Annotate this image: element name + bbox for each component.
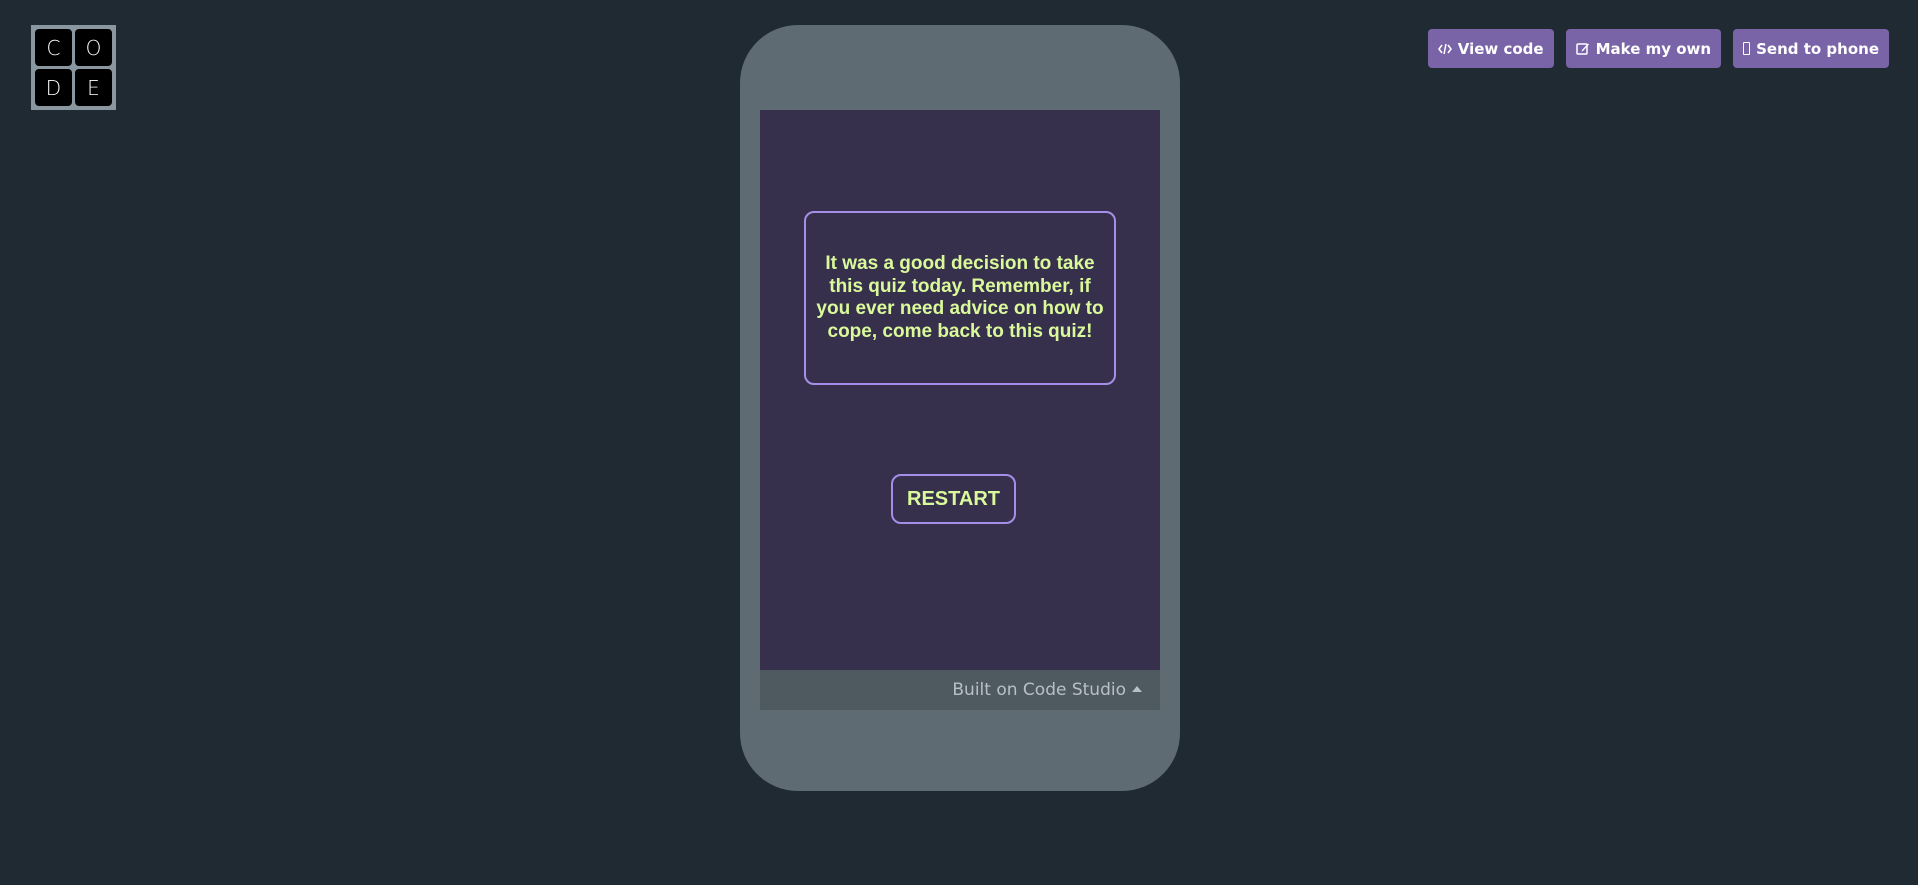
logo-letter-d: D bbox=[35, 69, 72, 106]
app-screen: It was a good decision to take this quiz… bbox=[760, 110, 1160, 670]
result-message-box: It was a good decision to take this quiz… bbox=[804, 211, 1116, 385]
phone-frame: It was a good decision to take this quiz… bbox=[740, 25, 1180, 791]
logo-letter-e: E bbox=[75, 69, 112, 106]
restart-button[interactable]: RESTART bbox=[891, 474, 1016, 524]
view-code-button[interactable]: View code bbox=[1427, 29, 1554, 68]
code-logo[interactable]: C O D E bbox=[31, 25, 116, 110]
send-to-phone-label: Send to phone bbox=[1756, 39, 1879, 58]
view-code-label: View code bbox=[1457, 39, 1544, 58]
code-icon bbox=[1437, 43, 1452, 55]
mobile-phone-icon bbox=[1743, 42, 1751, 55]
header-toolbar: View code Make my own Send to phone bbox=[1427, 29, 1889, 68]
logo-letter-o: O bbox=[75, 29, 112, 66]
make-my-own-label: Make my own bbox=[1595, 39, 1712, 58]
logo-letter-c: C bbox=[35, 29, 72, 66]
make-my-own-button[interactable]: Make my own bbox=[1565, 29, 1722, 68]
caret-up-icon bbox=[1132, 686, 1142, 692]
edit-icon bbox=[1575, 42, 1590, 55]
send-to-phone-button[interactable]: Send to phone bbox=[1733, 29, 1889, 68]
built-on-label: Built on Code Studio bbox=[952, 680, 1126, 700]
result-message: It was a good decision to take this quiz… bbox=[816, 253, 1104, 342]
built-on-code-studio-bar[interactable]: Built on Code Studio bbox=[760, 670, 1160, 710]
